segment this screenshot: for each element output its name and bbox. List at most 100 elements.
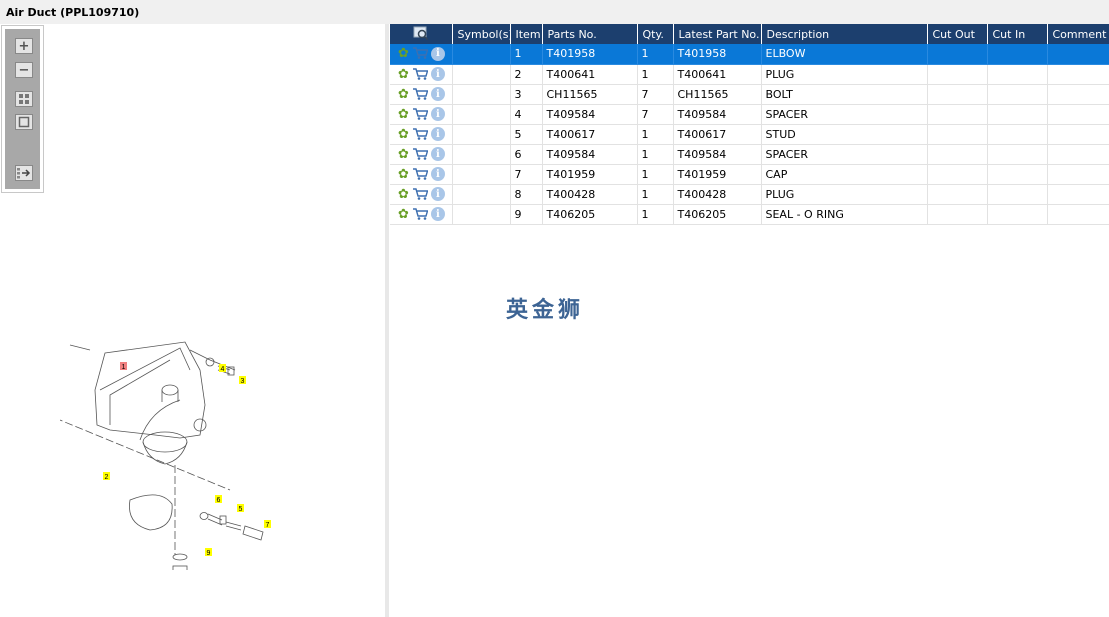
- column-comment[interactable]: Comment: [1047, 24, 1109, 44]
- cell-cut-in: [987, 204, 1048, 225]
- column-description[interactable]: Description: [761, 24, 928, 44]
- cell-qty: 1: [637, 124, 674, 145]
- cart-icon[interactable]: [412, 87, 429, 102]
- cell-cut-out: [927, 124, 988, 145]
- table-row[interactable]: ✿ i 1 T401958 1 T401958 ELBOW: [390, 44, 1109, 65]
- cart-icon[interactable]: [412, 127, 429, 142]
- cell-item: 2: [510, 64, 543, 85]
- gear-icon[interactable]: ✿: [398, 108, 409, 121]
- callout-4[interactable]: 4: [221, 366, 225, 373]
- cell-parts-no: T400617: [542, 124, 638, 145]
- cell-latest-part-no: T409584: [673, 104, 762, 125]
- cell-description: CAP: [761, 164, 928, 185]
- callout-5[interactable]: 5: [239, 506, 243, 513]
- column-symbols[interactable]: Symbol(s): [452, 24, 511, 44]
- column-latest-part-no[interactable]: Latest Part No.: [673, 24, 762, 44]
- panel-splitter[interactable]: [385, 24, 389, 617]
- cart-icon[interactable]: [412, 107, 429, 122]
- table-row[interactable]: ✿ i 4 T409584 7 T409584 SPACER: [390, 104, 1109, 125]
- cell-comment: [1047, 124, 1109, 145]
- info-icon[interactable]: i: [430, 107, 445, 121]
- column-item[interactable]: Item: [510, 24, 543, 44]
- cell-latest-part-no: T401959: [673, 164, 762, 185]
- fit-all-icon[interactable]: [15, 91, 33, 107]
- cart-icon[interactable]: [412, 187, 429, 202]
- cell-comment: [1047, 184, 1109, 205]
- info-icon[interactable]: i: [430, 147, 445, 161]
- column-qty[interactable]: Qty.: [637, 24, 674, 44]
- info-icon[interactable]: i: [430, 187, 445, 201]
- diagram-panel[interactable]: + − 1 2 3 4 5 6 7 8 9: [0, 24, 386, 617]
- gear-icon[interactable]: ✿: [398, 148, 409, 161]
- table-row[interactable]: ✿ i 6 T409584 1 T409584 SPACER: [390, 144, 1109, 165]
- cell-cut-in: [987, 104, 1048, 125]
- gear-icon[interactable]: ✿: [398, 47, 409, 60]
- cart-icon[interactable]: [412, 207, 429, 222]
- cell-cut-in: [987, 164, 1048, 185]
- cell-description: SPACER: [761, 144, 928, 165]
- table-row[interactable]: ✿ i 7 T401959 1 T401959 CAP: [390, 164, 1109, 185]
- cell-parts-no: T401959: [542, 164, 638, 185]
- gear-icon[interactable]: ✿: [398, 68, 409, 81]
- cell-item: 3: [510, 84, 543, 105]
- cell-latest-part-no: T401958: [673, 44, 762, 65]
- table-row[interactable]: ✿ i 8 T400428 1 T400428 PLUG: [390, 184, 1109, 205]
- table-row[interactable]: ✿ i 2 T400641 1 T400641 PLUG: [390, 64, 1109, 85]
- column-parts-no[interactable]: Parts No.: [542, 24, 638, 44]
- header-search-icon[interactable]: [390, 24, 453, 44]
- gear-icon[interactable]: ✿: [398, 208, 409, 221]
- cell-latest-part-no: T400617: [673, 124, 762, 145]
- callout-1[interactable]: 1: [122, 364, 126, 371]
- cell-symbols: [452, 204, 511, 225]
- cart-icon[interactable]: [412, 46, 429, 61]
- callout-2[interactable]: 2: [105, 474, 109, 481]
- watermark: 英金狮: [506, 298, 585, 323]
- cell-description: PLUG: [761, 184, 928, 205]
- zoom-out-button[interactable]: −: [15, 62, 33, 78]
- callout-6[interactable]: 6: [217, 497, 221, 504]
- table-row[interactable]: ✿ i 5 T400617 1 T400617 STUD: [390, 124, 1109, 145]
- row-actions: ✿ i: [390, 84, 453, 105]
- info-icon[interactable]: i: [430, 67, 445, 81]
- cell-symbols: [452, 104, 511, 125]
- actual-size-icon[interactable]: [15, 114, 33, 130]
- cart-icon[interactable]: [412, 67, 429, 82]
- table-row[interactable]: ✿ i 9 T406205 1 T406205 SEAL - O RING: [390, 204, 1109, 225]
- callout-3[interactable]: 3: [241, 378, 245, 385]
- cell-latest-part-no: T409584: [673, 144, 762, 165]
- cell-qty: 1: [637, 204, 674, 225]
- cart-icon[interactable]: [412, 147, 429, 162]
- cell-cut-out: [927, 184, 988, 205]
- row-actions: ✿ i: [390, 184, 453, 205]
- column-cut-out[interactable]: Cut Out: [927, 24, 988, 44]
- info-icon[interactable]: i: [430, 207, 445, 221]
- row-actions: ✿ i: [390, 164, 453, 185]
- info-icon[interactable]: i: [430, 167, 445, 181]
- callout-9[interactable]: 9: [207, 550, 211, 557]
- info-icon[interactable]: i: [430, 46, 445, 61]
- cell-item: 1: [510, 44, 543, 65]
- callout-7[interactable]: 7: [266, 522, 270, 529]
- cart-icon[interactable]: [412, 167, 429, 182]
- cell-comment: [1047, 84, 1109, 105]
- cell-cut-in: [987, 84, 1048, 105]
- zoom-in-button[interactable]: +: [15, 38, 33, 54]
- cell-qty: 1: [637, 184, 674, 205]
- table-row[interactable]: ✿ i 3 CH11565 7 CH11565 BOLT: [390, 84, 1109, 105]
- gear-icon[interactable]: ✿: [398, 188, 409, 201]
- gear-icon[interactable]: ✿: [398, 88, 409, 101]
- row-actions: ✿ i: [390, 104, 453, 125]
- cell-qty: 1: [637, 64, 674, 85]
- cell-symbols: [452, 124, 511, 145]
- column-cut-in[interactable]: Cut In: [987, 24, 1048, 44]
- gear-icon[interactable]: ✿: [398, 128, 409, 141]
- toggle-list-icon[interactable]: [15, 165, 33, 181]
- cell-description: ELBOW: [761, 44, 928, 65]
- cell-item: 8: [510, 184, 543, 205]
- info-icon[interactable]: i: [430, 87, 445, 101]
- cell-comment: [1047, 44, 1109, 65]
- info-icon[interactable]: i: [430, 127, 445, 141]
- row-actions: ✿ i: [390, 64, 453, 85]
- gear-icon[interactable]: ✿: [398, 168, 409, 181]
- exploded-parts-diagram[interactable]: 1 2 3 4 5 6 7 8 9: [60, 330, 290, 570]
